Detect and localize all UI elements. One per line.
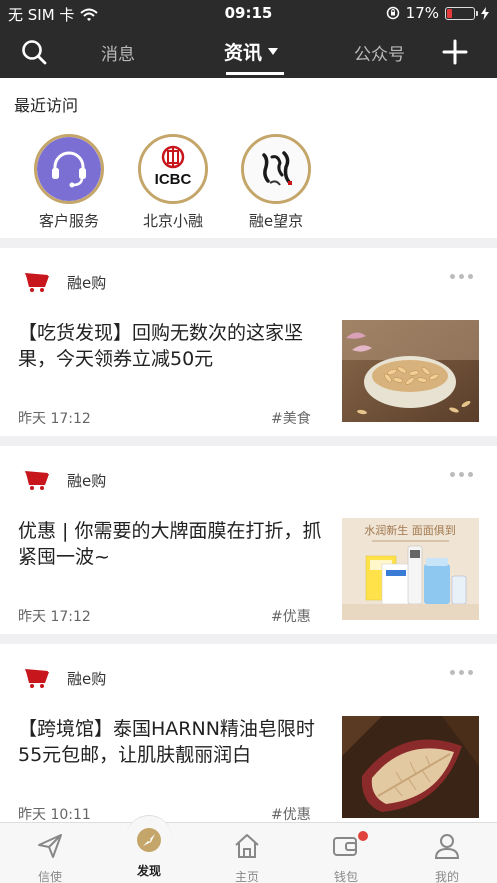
status-right: 17% bbox=[386, 4, 489, 22]
home-icon bbox=[235, 834, 259, 858]
shopping-cart-icon bbox=[21, 273, 49, 292]
plus-icon[interactable] bbox=[441, 38, 469, 66]
battery-percent: 17% bbox=[405, 4, 439, 22]
tab-public-accounts[interactable]: 公众号 bbox=[354, 40, 405, 65]
shopping-cart-icon bbox=[21, 669, 49, 688]
tab-label: 发现 bbox=[136, 864, 161, 878]
headline[interactable]: 【吃货发现】回购无数次的这家坚果，今天领券立减50元 bbox=[18, 320, 323, 372]
post-time: 昨天 10:11 bbox=[18, 807, 91, 822]
tab-label: 钱包 bbox=[333, 870, 358, 883]
tab-messenger[interactable]: 信使 bbox=[10, 831, 90, 883]
notification-badge bbox=[358, 831, 368, 841]
source-name: 融e购 bbox=[67, 472, 107, 490]
more-icon[interactable] bbox=[450, 274, 473, 279]
active-tab-indicator bbox=[226, 72, 284, 75]
headline[interactable]: 【跨境馆】泰国HARNN精油皂限时55元包邮，让肌肤靓丽润白 bbox=[18, 716, 323, 768]
orientation-lock-icon bbox=[386, 6, 399, 20]
section-divider bbox=[0, 634, 497, 644]
recent-item-customer-service[interactable]: 客户服务 bbox=[24, 134, 114, 231]
bottom-tab-bar: 信使 发现 主页 钱包 我的 bbox=[0, 815, 497, 883]
compass-icon bbox=[137, 828, 161, 852]
recent-visits: 最近访问 客户服务 ICBC 北京小融 融e望京 bbox=[0, 78, 497, 238]
recent-item-beijing-xiaorong[interactable]: ICBC 北京小融 bbox=[128, 134, 218, 231]
charging-icon bbox=[481, 6, 489, 20]
tab-news[interactable]: 资讯 bbox=[224, 38, 279, 65]
search-icon[interactable] bbox=[20, 38, 48, 66]
recent-item-label: 北京小融 bbox=[142, 212, 203, 230]
recent-item-label: 客户服务 bbox=[38, 212, 99, 230]
tab-label: 信使 bbox=[37, 870, 62, 883]
calligraphy-logo-icon bbox=[241, 134, 311, 204]
tab-label: 主页 bbox=[234, 870, 259, 883]
tab-me[interactable]: 我的 bbox=[407, 831, 487, 883]
tab-messages[interactable]: 消息 bbox=[101, 40, 135, 65]
topic-tag[interactable]: #美食 bbox=[271, 408, 311, 428]
section-divider bbox=[0, 238, 497, 248]
tab-wallet[interactable]: 钱包 bbox=[306, 831, 386, 883]
battery-icon bbox=[445, 6, 478, 20]
post-time: 昨天 17:12 bbox=[18, 411, 91, 427]
top-nav: 消息 资讯 公众号 bbox=[0, 26, 497, 78]
headline[interactable]: 优惠 | 你需要的大牌面膜在打折，抓紧囤一波~ bbox=[18, 518, 323, 570]
topic-tag[interactable]: #优惠 bbox=[271, 606, 311, 626]
thumbnail-leaf-soap[interactable] bbox=[342, 716, 479, 818]
recent-item-rong-e-wangjing[interactable]: 融e望京 bbox=[231, 134, 321, 231]
tab-label: 我的 bbox=[434, 870, 459, 883]
topic-tag[interactable]: #优惠 bbox=[271, 804, 311, 822]
more-icon[interactable] bbox=[450, 670, 473, 675]
more-icon[interactable] bbox=[450, 472, 473, 477]
thumbnail-caption: 水润新生 面面俱到 bbox=[364, 523, 456, 537]
thumbnail-pine-nuts[interactable] bbox=[342, 320, 479, 422]
thumbnail-face-mask[interactable]: 水润新生 面面俱到 bbox=[342, 518, 479, 620]
source-name: 融e购 bbox=[67, 670, 107, 688]
recent-title: 最近访问 bbox=[14, 96, 79, 115]
post-time: 昨天 17:12 bbox=[18, 609, 91, 625]
source-name: 融e购 bbox=[67, 274, 107, 292]
tab-news-label: 资讯 bbox=[224, 42, 263, 64]
headset-icon bbox=[34, 134, 104, 204]
user-icon bbox=[434, 834, 460, 859]
feed-card[interactable]: 融e购 【跨境馆】泰国HARNN精油皂限时55元包邮，让肌肤靓丽润白 昨天 10… bbox=[0, 644, 497, 822]
feed-card[interactable]: 融e购 优惠 | 你需要的大牌面膜在打折，抓紧囤一波~ 昨天 17:12 #优惠… bbox=[0, 446, 497, 634]
caret-down-icon bbox=[268, 48, 279, 55]
wallet-icon bbox=[333, 837, 357, 856]
svg-text:ICBC: ICBC bbox=[155, 171, 192, 188]
status-bar: 无 SIM 卡 09:15 17% bbox=[0, 0, 497, 26]
shopping-cart-icon bbox=[21, 471, 49, 490]
recent-item-label: 融e望京 bbox=[248, 212, 304, 230]
tab-discover[interactable]: 发现 bbox=[109, 815, 189, 883]
section-divider bbox=[0, 436, 497, 446]
icbc-logo-icon: ICBC bbox=[138, 134, 208, 204]
feed-card[interactable]: 融e购 【吃货发现】回购无数次的这家坚果，今天领券立减50元 昨天 17:12 … bbox=[0, 248, 497, 436]
paper-plane-icon bbox=[38, 834, 62, 858]
tab-home[interactable]: 主页 bbox=[207, 831, 287, 883]
